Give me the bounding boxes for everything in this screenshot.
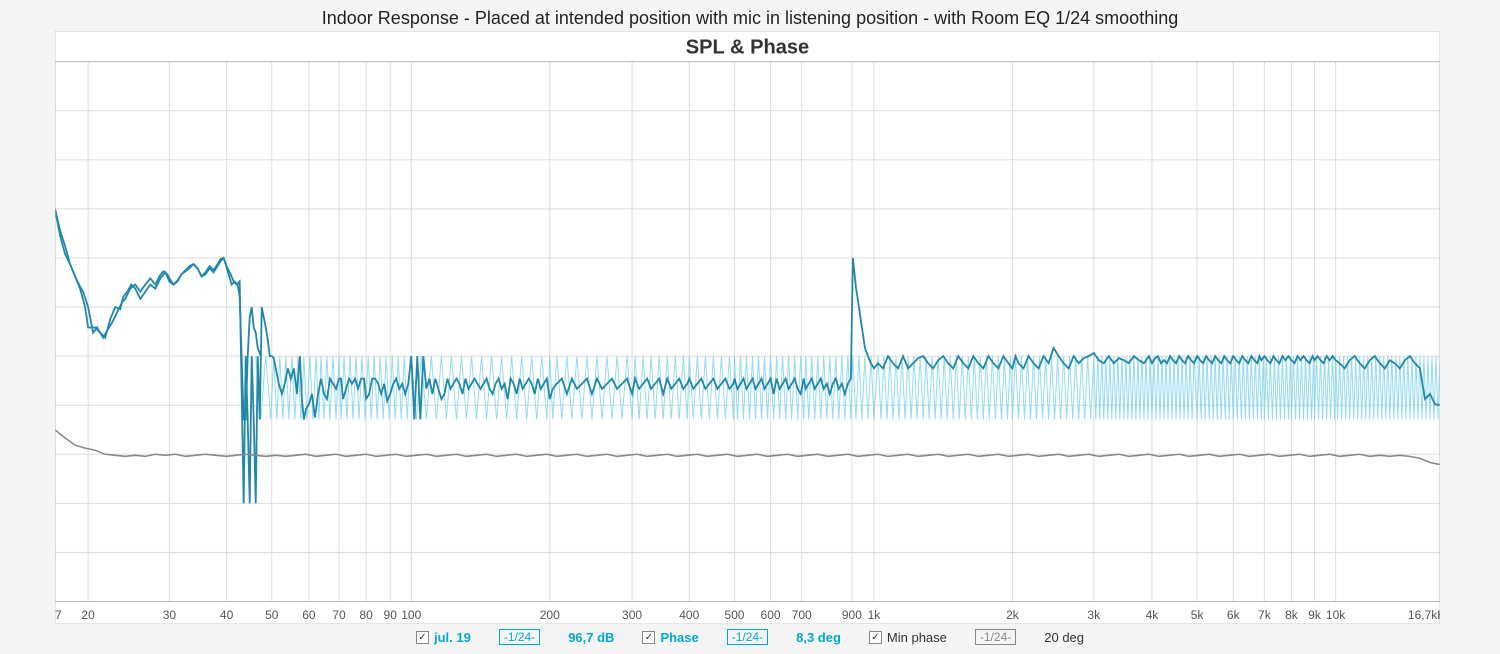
svg-text:300: 300 — [622, 608, 642, 622]
svg-text:8k: 8k — [1285, 608, 1299, 622]
legend-minphase-value: 20 deg — [1044, 630, 1084, 645]
legend-bar: ✓ jul. 19 -1/24- 96,7 dB ✓ Phase -1/24- … — [0, 624, 1500, 654]
svg-text:90: 90 — [384, 608, 398, 622]
legend-minphase-label: Min phase — [887, 630, 947, 645]
svg-text:70: 70 — [332, 608, 346, 622]
chart-title: Indoor Response - Placed at intended pos… — [0, 0, 1500, 31]
svg-text:40: 40 — [220, 608, 234, 622]
svg-text:80: 80 — [359, 608, 373, 622]
svg-text:200: 200 — [540, 608, 560, 622]
svg-text:9k: 9k — [1308, 608, 1322, 622]
svg-text:60: 60 — [302, 608, 316, 622]
legend-phase-value: 8,3 deg — [796, 630, 841, 645]
chart-area: 110 105 100 95 90 85 80 75 70 65 60 55 d… — [55, 31, 1440, 624]
svg-text:700: 700 — [792, 608, 812, 622]
minphase-value: 20 deg — [1044, 630, 1084, 645]
legend-minphase[interactable]: ✓ Min phase — [869, 630, 947, 645]
chart-container: Indoor Response - Placed at intended pos… — [0, 0, 1500, 654]
svg-text:2k: 2k — [1006, 608, 1020, 622]
smoothing-box-1[interactable]: -1/24- — [499, 629, 540, 645]
checkbox-minphase[interactable]: ✓ — [869, 631, 882, 644]
legend-smoothing2[interactable]: -1/24- — [727, 629, 768, 645]
svg-text:900: 900 — [842, 608, 862, 622]
checkbox-phase[interactable]: ✓ — [642, 631, 655, 644]
legend-smoothing3[interactable]: -1/24- — [975, 629, 1016, 645]
svg-text:6k: 6k — [1227, 608, 1241, 622]
smoothing-box-3[interactable]: -1/24- — [975, 629, 1016, 645]
svg-text:30: 30 — [163, 608, 177, 622]
phase-value: 8,3 deg — [796, 630, 841, 645]
legend-phase[interactable]: ✓ Phase — [642, 630, 698, 645]
svg-text:50: 50 — [265, 608, 279, 622]
legend-phase-label: Phase — [660, 630, 698, 645]
svg-text:400: 400 — [679, 608, 699, 622]
svg-text:7k: 7k — [1258, 608, 1272, 622]
spl-value: 96,7 dB — [568, 630, 614, 645]
checkbox-jul19[interactable]: ✓ — [416, 631, 429, 644]
svg-text:5k: 5k — [1191, 608, 1205, 622]
svg-text:4k: 4k — [1146, 608, 1160, 622]
legend-jul19-label: jul. 19 — [434, 630, 471, 645]
chart-svg: 110 105 100 95 90 85 80 75 70 65 60 55 d… — [55, 31, 1440, 624]
svg-text:100: 100 — [401, 608, 421, 622]
svg-text:1k: 1k — [868, 608, 882, 622]
svg-text:10k: 10k — [1326, 608, 1346, 622]
svg-text:600: 600 — [761, 608, 781, 622]
svg-text:3k: 3k — [1087, 608, 1101, 622]
legend-jul19[interactable]: ✓ jul. 19 — [416, 630, 471, 645]
legend-spl-value: 96,7 dB — [568, 630, 614, 645]
smoothing-box-2[interactable]: -1/24- — [727, 629, 768, 645]
svg-text:17: 17 — [55, 608, 62, 622]
svg-text:20: 20 — [81, 608, 95, 622]
legend-smoothing1[interactable]: -1/24- — [499, 629, 540, 645]
svg-text:16,7kHz: 16,7kHz — [1408, 608, 1440, 622]
svg-text:500: 500 — [724, 608, 744, 622]
svg-text:SPL & Phase: SPL & Phase — [686, 36, 809, 58]
